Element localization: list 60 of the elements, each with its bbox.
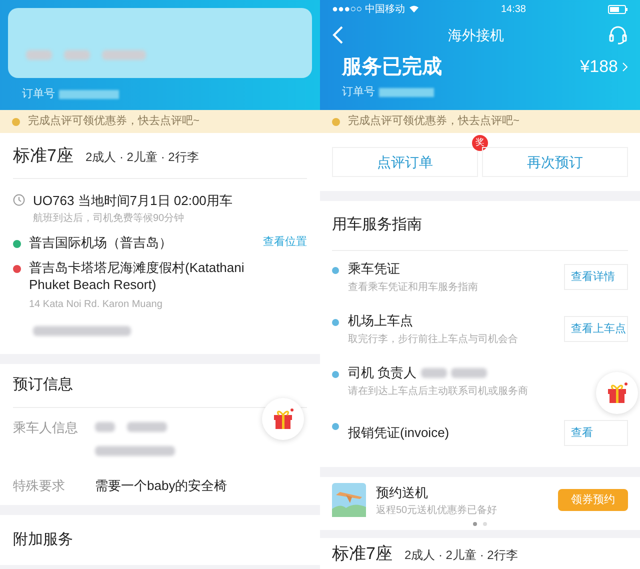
blurred-text — [127, 422, 167, 432]
view-location-link[interactable]: 查看位置 — [263, 234, 307, 250]
reward-badge: 奖 — [472, 135, 488, 151]
guide-item-button[interactable]: 查看 — [564, 420, 628, 446]
notice-text: 完成点评可领优惠券，快去点评吧~ — [28, 114, 200, 130]
guide-item-note: 请在到达上车点后主动联系司机或服务商 — [348, 384, 528, 400]
blurred-text — [26, 50, 52, 60]
blurred-text — [450, 368, 487, 378]
guide-item-button[interactable]: 查看上车点 — [564, 316, 628, 342]
field-value: 需要一个baby的安全椅 — [95, 476, 228, 495]
blurred-text — [102, 50, 146, 60]
guide-item-note: 取完行李，步行前往上车点与司机会合 — [348, 332, 518, 348]
guide-item-title: 司机 负责人 — [348, 364, 417, 382]
flight-title: UO763 当地时间7月1日 02:00用车 — [33, 192, 232, 210]
gift-icon — [606, 382, 628, 404]
field-label: 特殊要求 — [13, 476, 66, 494]
vehicle-name: 标准7座 — [13, 144, 74, 167]
order-label: 订单号 — [342, 85, 375, 100]
order-status: 服务已完成 — [342, 54, 442, 80]
gift-icon — [272, 408, 294, 430]
section-title: 附加服务 — [13, 530, 73, 550]
field-label: 乘车人信息 — [13, 418, 79, 436]
blurred-text — [64, 50, 90, 60]
flight-note: 航班到达后，司机免费等候90分钟 — [33, 212, 186, 226]
nav-title: 海外接机 — [448, 26, 504, 44]
order-label: 订单号 — [22, 87, 55, 102]
notice-text: 完成点评可领优惠券，快去点评吧~ — [348, 114, 520, 130]
guide-item-title: 报销凭证(invoice) — [348, 424, 450, 442]
blurred-order-number — [379, 88, 434, 97]
action-button[interactable]: 再次预订 — [482, 147, 628, 177]
section-title: 用车服务指南 — [332, 215, 422, 236]
chevron-icon — [622, 62, 628, 72]
stop-name: 普吉岛卡塔塔尼海滩度假村(Katathani Phuket Beach Resort) — [29, 258, 246, 292]
promo-note: 返程50元送机优惠券已备好 — [376, 504, 498, 518]
guide-item-button[interactable]: 查看详情 — [564, 264, 628, 290]
coupon-booking-button[interactable]: 领券预约 — [558, 489, 628, 512]
headset-icon[interactable] — [608, 25, 628, 45]
guide-item-note: 查看乘车凭证和用车服务指南 — [348, 280, 478, 296]
guide-item-title: 机场上车点 — [348, 312, 413, 330]
vehicle-specs: 2成人 · 2儿童 · 2行李 — [85, 148, 199, 166]
guide-item-title: 乘车凭证 — [348, 260, 400, 278]
stop-name: 普吉国际机场（普吉岛） — [29, 234, 173, 250]
action-button[interactable]: 点评订单 — [332, 147, 478, 177]
vehicle-specs: 2成人 · 2儿童 · 2行李 — [404, 546, 518, 564]
blurred-text — [95, 422, 115, 432]
promo-title: 预约送机 — [376, 484, 429, 502]
battery-icon — [608, 4, 628, 14]
back-icon[interactable] — [332, 26, 344, 44]
section-title: 预订信息 — [13, 374, 73, 395]
wifi-icon — [408, 5, 419, 13]
vehicle-name: 标准7座 — [332, 542, 392, 564]
price-button[interactable]: ¥188 — [580, 54, 628, 80]
info-icon — [12, 118, 20, 126]
stop-address: 14 Kata Noi Rd. Karon Muang — [29, 298, 164, 312]
clock-time: 14:38 — [500, 2, 526, 16]
blurred-text — [420, 368, 447, 378]
info-icon — [332, 118, 340, 126]
carrier: ●●●○○ 中国移动 — [332, 2, 405, 16]
blurred-order-number — [59, 90, 119, 99]
clock-icon — [13, 194, 25, 206]
